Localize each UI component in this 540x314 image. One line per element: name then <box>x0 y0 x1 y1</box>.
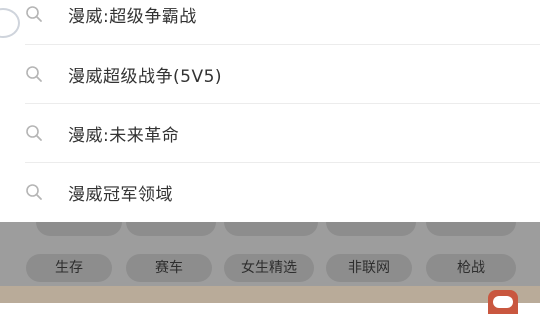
bottom-banner <box>0 286 540 303</box>
suggestion-label: 漫威超级战争(5V5) <box>68 66 223 87</box>
category-chip-shooter[interactable]: 枪战 <box>426 254 516 282</box>
search-icon <box>26 184 42 200</box>
suggestion-item[interactable]: 漫威超级战争(5V5) <box>0 45 540 103</box>
category-chip-girls-picks[interactable]: 女生精选 <box>224 254 314 282</box>
category-chip-offline[interactable]: 非联网 <box>326 254 412 282</box>
suggestion-label: 漫威:超级争霸战 <box>68 6 197 27</box>
suggestion-item[interactable]: 漫威冠军领域 <box>0 163 540 221</box>
category-chip-racing[interactable]: 赛车 <box>126 254 212 282</box>
search-icon <box>26 125 42 141</box>
mascot-icon[interactable] <box>488 290 518 314</box>
suggestion-item[interactable]: 漫威:超级争霸战 <box>0 0 540 43</box>
search-icon <box>26 66 42 82</box>
suggestion-label: 漫威:未来革命 <box>68 125 180 146</box>
category-row: 生存 赛车 女生精选 非联网 枪战 <box>0 254 540 284</box>
search-suggestion-dropdown: 漫威:超级争霸战 漫威超级战争(5V5) 漫威:未来革命 漫威冠军领域 <box>0 0 540 222</box>
category-chip-area: 生存 赛车 女生精选 非联网 枪战 <box>0 208 540 286</box>
search-icon <box>26 6 42 22</box>
suggestion-label: 漫威冠军领域 <box>68 184 173 205</box>
suggestion-item[interactable]: 漫威:未来革命 <box>0 104 540 162</box>
category-chip-survival[interactable]: 生存 <box>26 254 112 282</box>
